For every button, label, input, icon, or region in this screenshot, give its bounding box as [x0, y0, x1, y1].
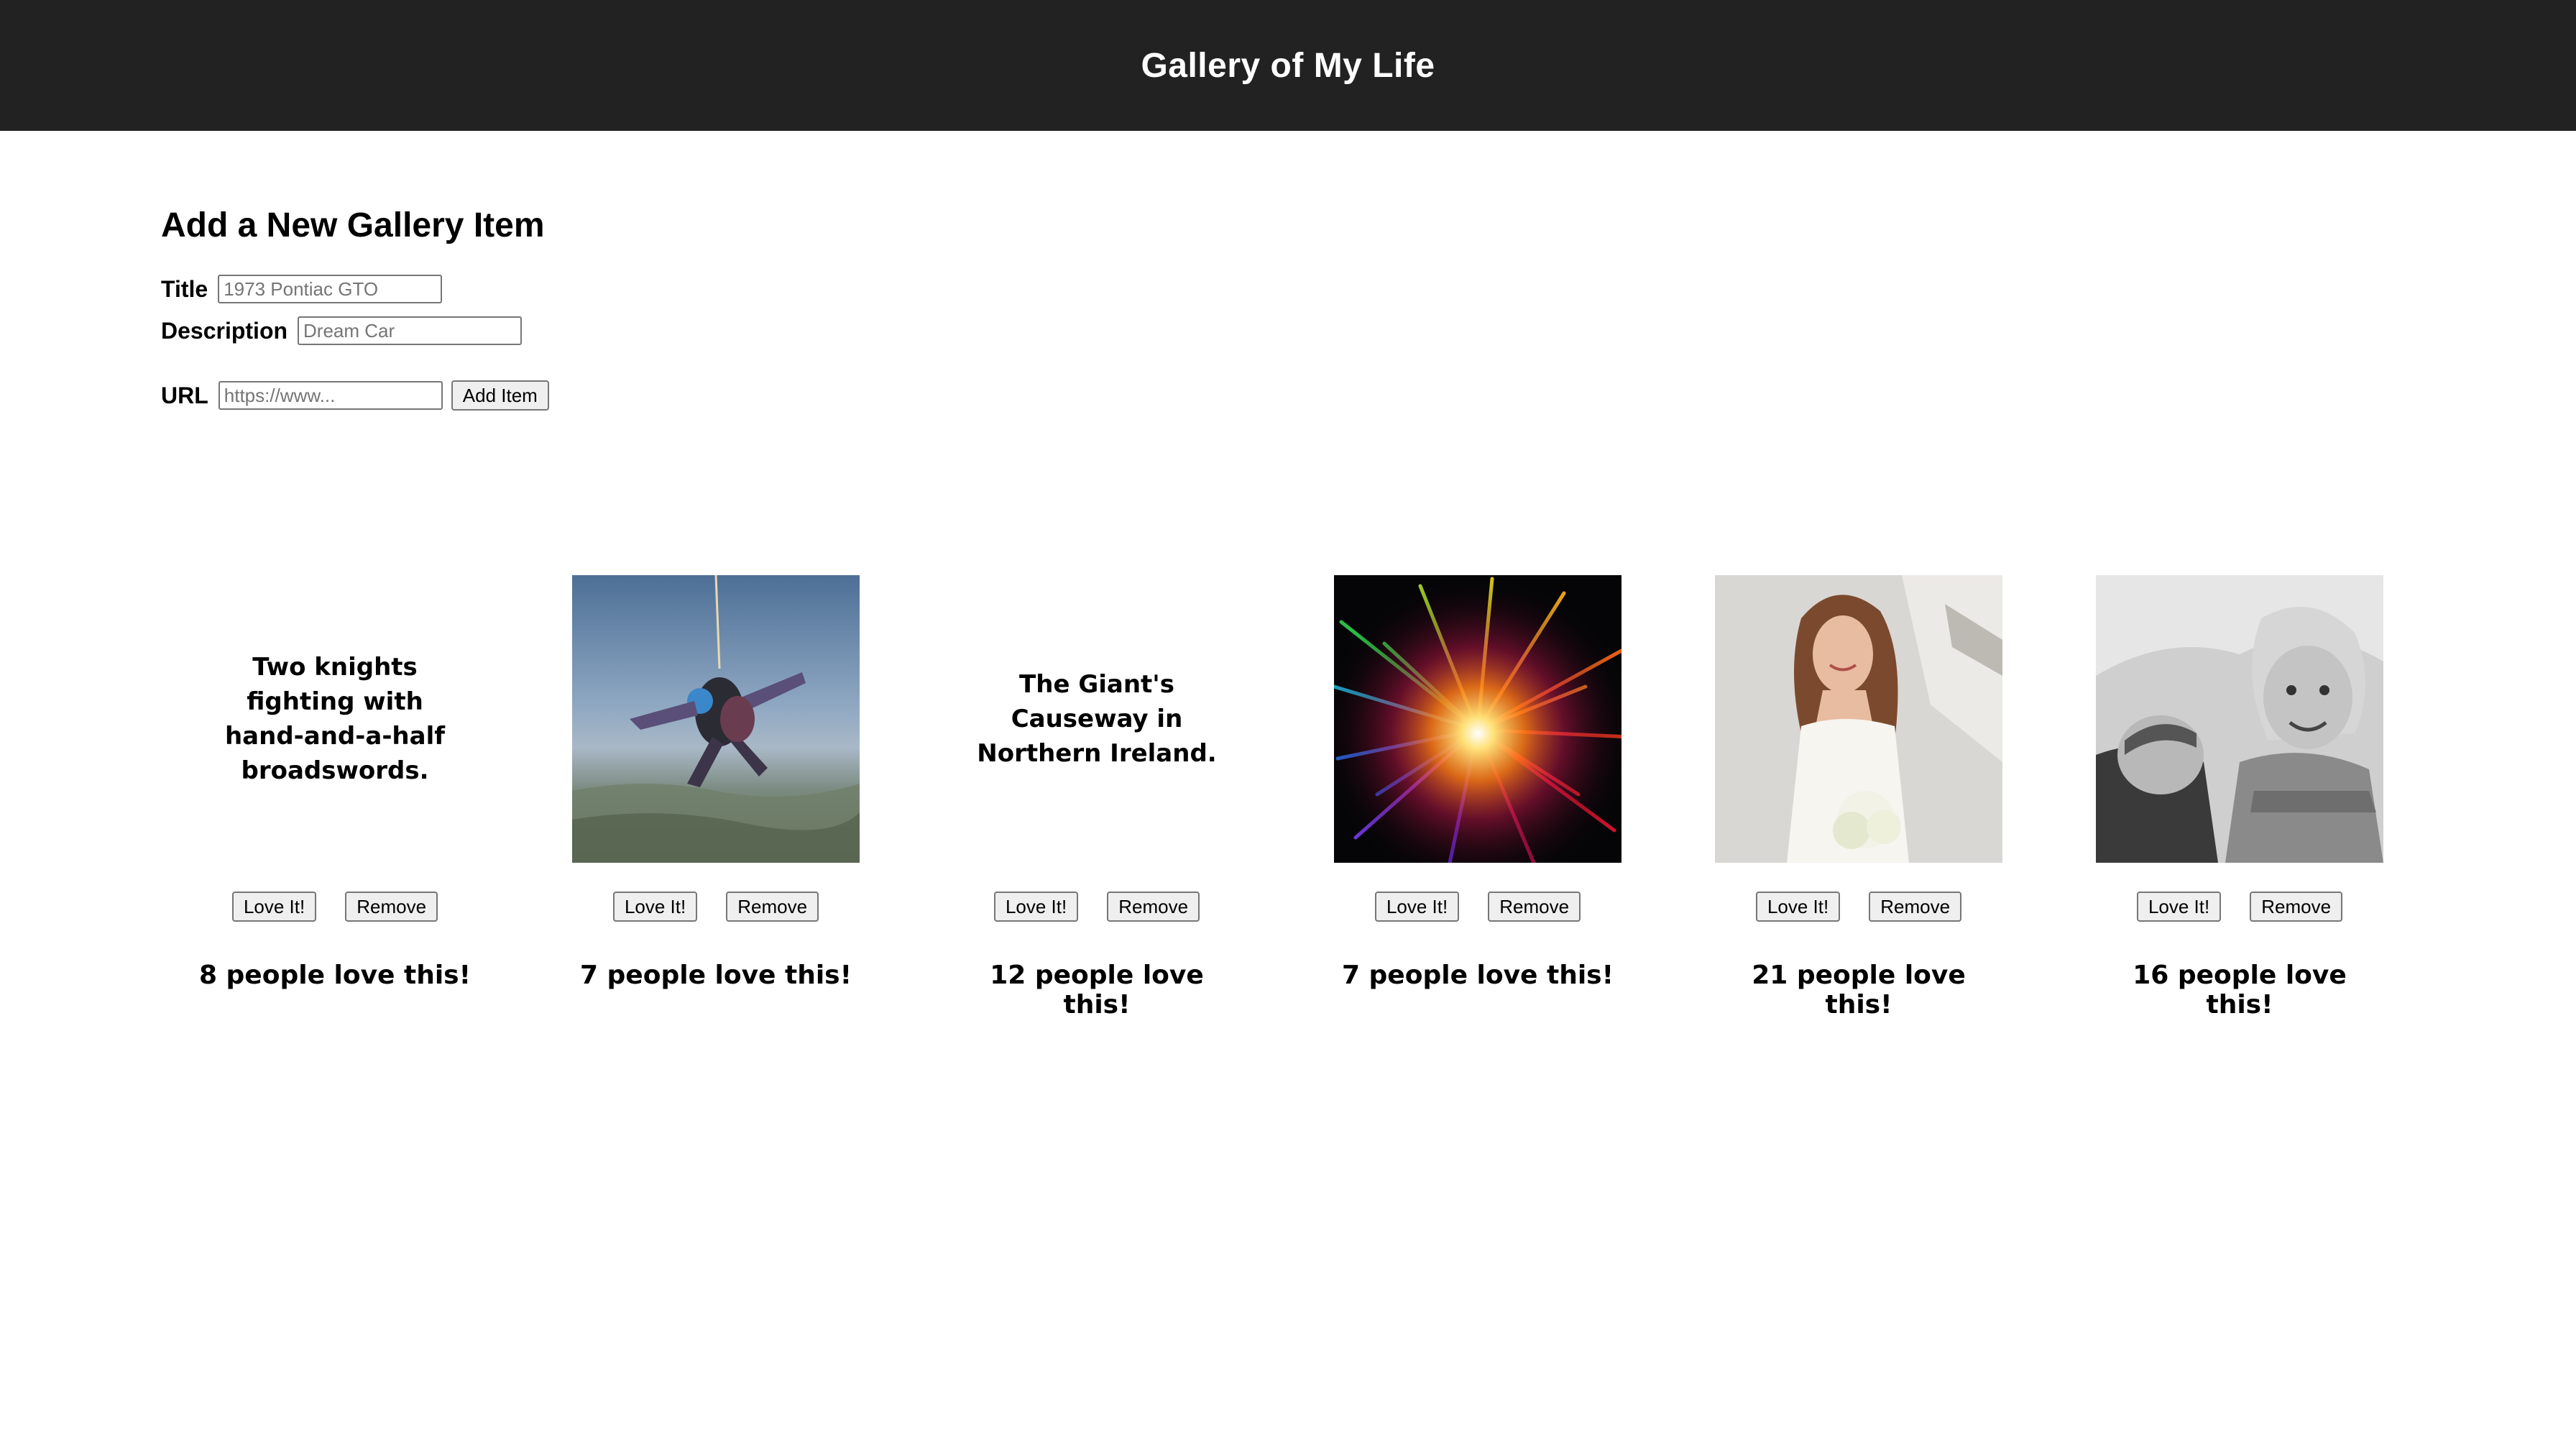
gallery-item: Two knights fighting with hand-and-a-hal…: [191, 575, 479, 1019]
love-it-button[interactable]: Love It!: [993, 892, 1079, 922]
gallery-item-caption: The Giant's Causeway in Northern Ireland…: [977, 670, 1217, 768]
love-it-button[interactable]: Love It!: [231, 892, 317, 922]
gallery-item: Love It! Remove 16 people love this!: [2096, 575, 2383, 1019]
gallery-item: The Giant's Causeway in Northern Ireland…: [953, 575, 1241, 1019]
love-count: 21 people love this!: [1752, 961, 1966, 1019]
gallery-item-actions: Love It! Remove: [1755, 892, 1962, 922]
url-input[interactable]: [218, 381, 443, 410]
url-label: URL: [161, 382, 208, 408]
gallery-item-caption: Two knights fighting with hand-and-a-hal…: [224, 653, 446, 785]
description-row: Description: [161, 313, 549, 348]
children-bw-photo: [2096, 575, 2383, 863]
love-it-button[interactable]: Love It!: [1374, 892, 1460, 922]
love-it-button[interactable]: Love It!: [2136, 892, 2222, 922]
title-row: Title: [161, 272, 549, 306]
gallery-item-actions: Love It! Remove: [231, 892, 438, 922]
gallery-item-actions: Love It! Remove: [2136, 892, 2343, 922]
app-header: Gallery of My Life: [0, 0, 2576, 131]
gallery-item-media[interactable]: [1334, 575, 1622, 863]
url-row: URL Add Item: [161, 378, 549, 413]
love-it-button[interactable]: Love It!: [612, 892, 698, 922]
remove-button[interactable]: Remove: [1488, 892, 1581, 922]
gallery-item-media[interactable]: Two knights fighting with hand-and-a-hal…: [191, 575, 479, 863]
love-count: 7 people love this!: [579, 961, 852, 990]
gallery-item-media[interactable]: [2096, 575, 2383, 863]
description-input[interactable]: [298, 316, 523, 345]
gallery-item-media[interactable]: [1715, 575, 2002, 863]
gallery-item-media[interactable]: [572, 575, 860, 863]
remove-button[interactable]: Remove: [726, 892, 819, 922]
love-it-button[interactable]: Love It!: [1755, 892, 1841, 922]
page-title: Gallery of My Life: [1141, 46, 1435, 85]
gallery-item: Love It! Remove 7 people love this!: [1334, 575, 1622, 1019]
description-label: Description: [161, 317, 288, 344]
love-count: 12 people love this!: [990, 961, 1204, 1019]
add-item-button[interactable]: Add Item: [451, 380, 549, 411]
rainbow-burst-photo: [1334, 575, 1622, 863]
skydivers-photo: [572, 575, 860, 863]
gallery-item-actions: Love It! Remove: [1374, 892, 1581, 922]
title-input[interactable]: [218, 275, 443, 303]
remove-button[interactable]: Remove: [345, 892, 438, 922]
gallery-item-actions: Love It! Remove: [993, 892, 1200, 922]
love-count: 7 people love this!: [1341, 961, 1614, 990]
add-item-form: Add a New Gallery Item Title Description…: [161, 203, 549, 420]
gallery-item-media[interactable]: The Giant's Causeway in Northern Ireland…: [953, 575, 1241, 863]
remove-button[interactable]: Remove: [1869, 892, 1962, 922]
gallery-item: Love It! Remove 21 people love this!: [1715, 575, 2002, 1019]
gallery-list: Two knights fighting with hand-and-a-hal…: [191, 575, 2383, 1019]
form-heading: Add a New Gallery Item: [161, 206, 545, 244]
title-label: Title: [161, 275, 208, 302]
love-count: 16 people love this!: [2133, 961, 2347, 1019]
love-count: 8 people love this!: [198, 961, 472, 990]
remove-button[interactable]: Remove: [1107, 892, 1200, 922]
bride-photo: [1715, 575, 2002, 863]
gallery-item: Love It! Remove 7 people love this!: [572, 575, 860, 1019]
gallery-item-actions: Love It! Remove: [612, 892, 819, 922]
remove-button[interactable]: Remove: [2250, 892, 2343, 922]
